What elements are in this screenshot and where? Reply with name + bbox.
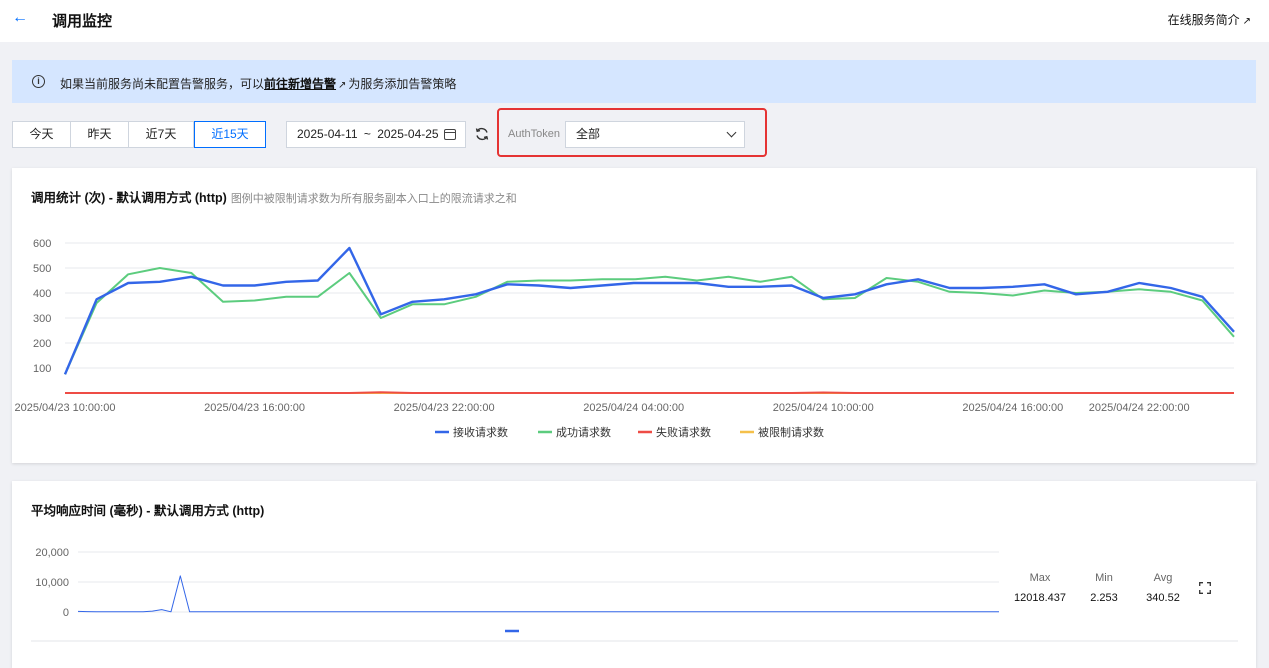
x-tick-label: 2025/04/24 22:00:00 <box>1089 402 1190 414</box>
authtoken-select[interactable]: 全部 <box>565 121 745 148</box>
x-tick-label: 2025/04/24 04:00:00 <box>583 402 684 414</box>
x-tick-label: 2025/04/23 16:00:00 <box>204 402 305 414</box>
call-stats-card: 调用统计 (次) - 默认调用方式 (http) 图例中被限制请求数为所有服务副本… <box>12 168 1256 463</box>
y-tick-label: 600 <box>33 238 51 250</box>
y-tick-label: 200 <box>33 338 51 350</box>
alert-info-banner: i 如果当前服务尚未配置告警服务，可以前往新增告警 ↗ 为服务添加告警策略 <box>12 60 1256 103</box>
service-intro-link[interactable]: 在线服务简介 ↗ <box>1168 11 1251 28</box>
stat-max-label: Max <box>1029 572 1051 584</box>
stat-avg-label: Avg <box>1153 572 1173 584</box>
y-tick-label: 20,000 <box>35 547 69 559</box>
legend-item[interactable]: 被限制请求数 <box>740 426 824 439</box>
series-line <box>77 575 999 613</box>
legend-label: 被限制请求数 <box>758 426 824 439</box>
y-tick-label: 400 <box>33 288 51 300</box>
y-tick-label: 10,000 <box>35 577 69 589</box>
calendar-icon <box>444 129 456 140</box>
x-tick-label: 2025/04/23 10:00:00 <box>15 402 116 414</box>
back-arrow-icon[interactable]: ← <box>12 9 28 27</box>
service-intro-label: 在线服务简介 <box>1167 13 1240 27</box>
x-tick-label: 2025/04/24 16:00:00 <box>962 402 1063 414</box>
date-separator: ~ <box>363 127 371 141</box>
banner-text: 如果当前服务尚未配置告警服务，可以前往新增告警 ↗ 为服务添加告警策略 <box>60 75 456 92</box>
legend-label: 接收请求数 <box>453 425 508 439</box>
date-end: 2025-04-25 <box>377 127 439 141</box>
legend-label: 失败请求数 <box>656 425 711 439</box>
authtoken-selected-value: 全部 <box>576 127 601 141</box>
info-icon: i <box>32 75 45 88</box>
external-link-icon: ↗ <box>338 80 347 91</box>
page-header: ← 调用监控 在线服务简介 ↗ <box>0 0 1269 42</box>
legend-item[interactable]: 成功请求数 <box>538 426 611 439</box>
legend-item[interactable]: 接收请求数 <box>435 425 508 439</box>
chevron-down-icon <box>726 127 737 138</box>
range-yesterday-button[interactable]: 昨天 <box>71 121 129 148</box>
external-link-icon: ↗ <box>1242 16 1251 27</box>
x-tick-label: 2025/04/24 10:00:00 <box>773 402 874 414</box>
stat-avg-value: 340.52 <box>1146 592 1180 604</box>
stat-max-value: 12018.437 <box>1014 592 1066 604</box>
range-today-button[interactable]: 今天 <box>12 121 71 148</box>
banner-text-after: 为服务添加告警策略 <box>348 77 457 91</box>
y-tick-label: 500 <box>33 263 51 275</box>
x-tick-label: 2025/04/23 22:00:00 <box>394 402 495 414</box>
range-7days-button[interactable]: 近7天 <box>129 121 194 148</box>
y-tick-label: 100 <box>33 363 51 375</box>
refresh-icon[interactable] <box>474 126 490 142</box>
call-stats-chart: 100 200 300 400 500 600 2025/04/23 10:00:00 202… <box>15 238 1235 439</box>
legend-item[interactable]: 失败请求数 <box>638 425 711 439</box>
series-line <box>65 391 1234 394</box>
authtoken-label: AuthToken <box>508 128 560 140</box>
y-tick-label: 300 <box>33 313 51 325</box>
y-tick-label: 0 <box>63 607 69 619</box>
legend-label: 成功请求数 <box>556 426 611 439</box>
series-line <box>63 246 1235 375</box>
banner-text-before: 如果当前服务尚未配置告警服务，可以 <box>60 77 265 91</box>
add-alert-link[interactable]: 前往新增告警 <box>264 77 336 91</box>
date-start: 2025-04-11 <box>297 127 358 141</box>
response-time-card: 平均响应时间 (毫秒) - 默认调用方式 (http) 0 10,000 20,00… <box>12 481 1256 668</box>
fullscreen-icon[interactable] <box>1199 582 1211 594</box>
time-range-group: 今天 昨天 近7天 近15天 <box>12 121 266 148</box>
date-range-picker[interactable]: 2025-04-11 ~ 2025-04-25 <box>286 121 466 148</box>
range-15days-button[interactable]: 近15天 <box>194 121 266 148</box>
page-title: 调用监控 <box>52 13 113 30</box>
